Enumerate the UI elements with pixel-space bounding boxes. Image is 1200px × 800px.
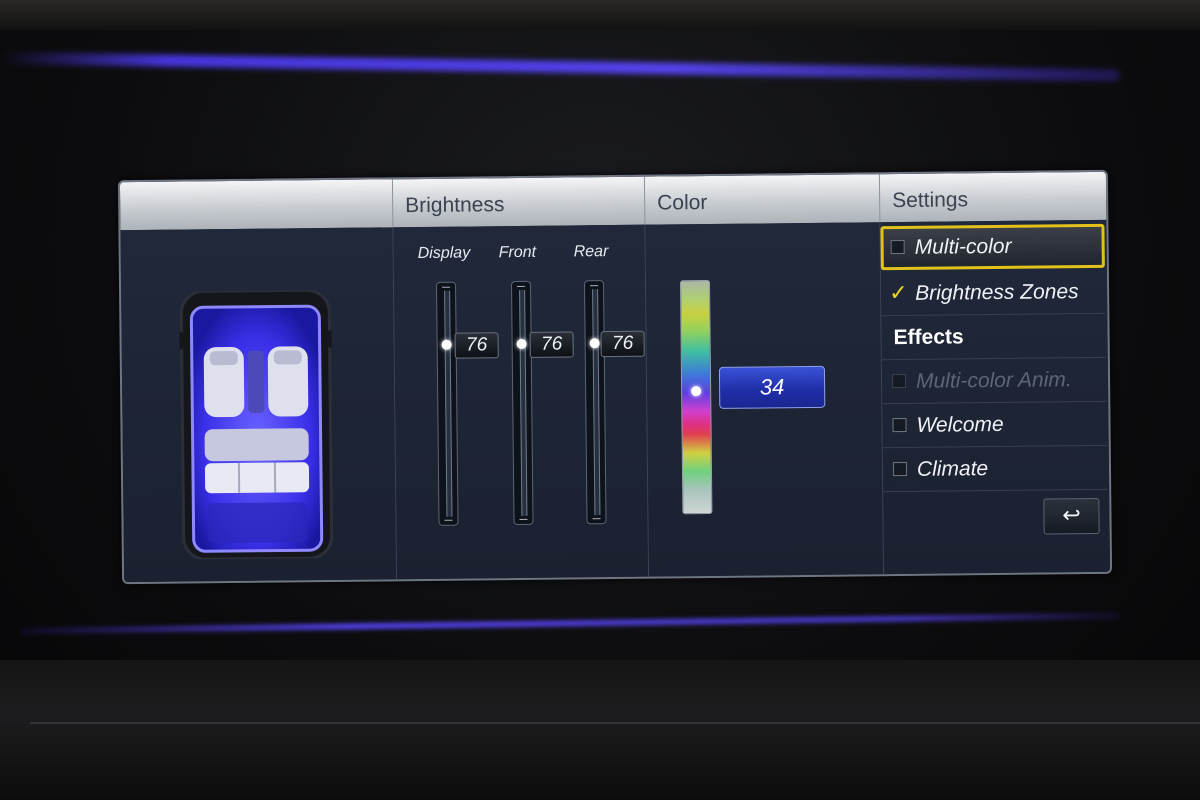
slider-track-inner: [519, 289, 528, 516]
slider-display-value: 76: [454, 332, 499, 359]
checkbox-multi-color[interactable]: [890, 239, 905, 255]
slider-front-knob[interactable]: [516, 338, 527, 350]
checkbox-climate[interactable]: [892, 461, 908, 477]
settings-panel: Multi-color ✓ Brightness Zones Effects M…: [880, 219, 1111, 575]
back-arrow-icon: ↩: [1062, 502, 1081, 528]
tab-color-label: Color: [657, 191, 708, 215]
tab-brightness-label: Brightness: [405, 193, 505, 218]
slider-front-value: 76: [529, 331, 574, 358]
color-value-display: 34: [718, 365, 826, 409]
dashboard-top-trim: [0, 0, 1200, 30]
brightness-panel: Display 76 Front 76 Rear 76: [393, 224, 650, 580]
checkmark-icon: ✓: [889, 279, 908, 306]
slider-tick: [517, 285, 526, 288]
tab-blank: [119, 179, 394, 231]
color-slider-knob[interactable]: [691, 386, 702, 397]
slider-tick: [519, 518, 528, 521]
tab-settings-label: Settings: [892, 188, 969, 213]
slider-display-track[interactable]: [435, 281, 459, 526]
slider-front-label: Front: [498, 243, 537, 262]
setting-brightness-zones-label: Brightness Zones: [915, 280, 1079, 305]
slider-rear-label: Rear: [573, 243, 609, 261]
slider-rear-knob[interactable]: [589, 338, 600, 349]
setting-brightness-zones[interactable]: ✓ Brightness Zones: [880, 269, 1106, 317]
tab-settings[interactable]: Settings: [880, 172, 1106, 222]
color-panel: 34: [645, 222, 885, 577]
checkbox-welcome[interactable]: [892, 417, 907, 433]
slider-track-inner: [592, 289, 601, 516]
setting-welcome[interactable]: Welcome: [882, 401, 1107, 449]
effects-header: Effects: [881, 313, 1106, 361]
tab-brightness[interactable]: Brightness: [392, 176, 646, 228]
dashboard-lower-trim: [0, 660, 1200, 800]
setting-climate-label: Climate: [916, 457, 989, 481]
slider-front-track[interactable]: [510, 280, 534, 526]
slider-tick: [444, 519, 453, 521]
color-spectrum-slider[interactable]: [679, 279, 713, 515]
setting-multi-color-label: Multi-color: [914, 234, 1012, 259]
checkbox-multi-color-anim: [891, 373, 907, 389]
setting-climate[interactable]: Climate: [882, 445, 1108, 493]
slider-track-inner: [444, 290, 453, 517]
car-view-panel: [120, 227, 398, 583]
setting-multi-color-anim: Multi-color Anim.: [881, 357, 1107, 405]
trim-line: [30, 722, 1200, 724]
setting-multi-color-anim-label: Multi-color Anim.: [915, 368, 1072, 393]
tab-color[interactable]: Color: [644, 174, 881, 225]
setting-welcome-label: Welcome: [916, 412, 1004, 437]
slider-rear-value: 76: [600, 330, 645, 358]
setting-multi-color[interactable]: Multi-color: [880, 223, 1105, 271]
back-button[interactable]: ↩: [1043, 497, 1100, 535]
car-top-view-illustration: [179, 289, 334, 560]
effects-header-label: Effects: [893, 325, 964, 350]
infotainment-screen: Brightness Color Settings Display 76 Fro…: [117, 169, 1113, 585]
slider-rear-track[interactable]: [583, 280, 607, 525]
slider-display-knob[interactable]: [441, 339, 452, 350]
slider-tick: [592, 518, 601, 520]
slider-tick: [590, 285, 599, 287]
slider-display-label: Display: [417, 244, 471, 263]
slider-tick: [442, 286, 451, 288]
